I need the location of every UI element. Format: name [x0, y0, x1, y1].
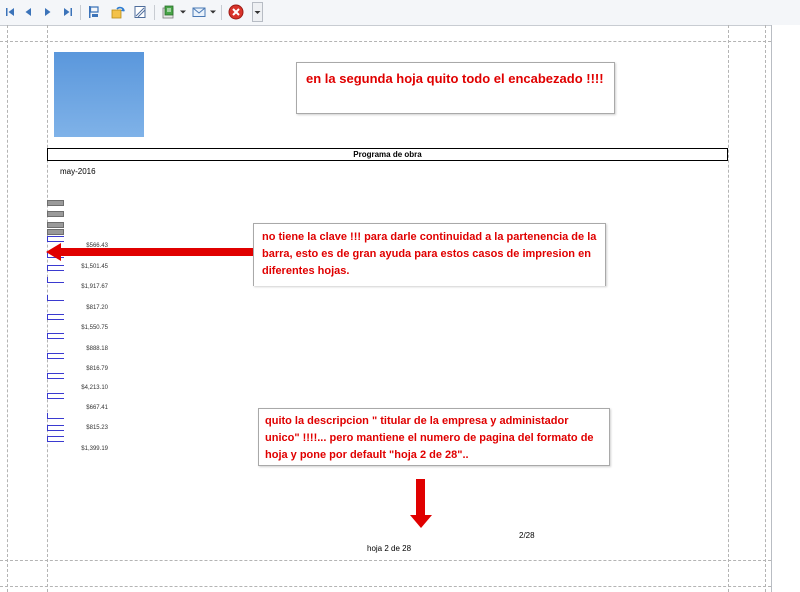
- amount-value: $4,213.10: [81, 385, 108, 391]
- previous-page-icon: [25, 8, 31, 16]
- gantt-bracket: [47, 265, 64, 271]
- amount-value: $1,399.19: [81, 446, 108, 452]
- annotation-description-removed: quito la descripcion " titular de la emp…: [258, 408, 610, 466]
- amount-value: $667.41: [86, 405, 108, 411]
- next-page-button[interactable]: [40, 4, 56, 20]
- report-date: may-2016: [60, 167, 96, 176]
- red-arrow-left-icon: [46, 243, 61, 261]
- amount-value: $815.23: [86, 425, 108, 431]
- last-page-icon: [64, 8, 72, 16]
- page-number: 2/28: [519, 531, 535, 540]
- gantt-bar: [47, 229, 64, 235]
- gantt-bracket: [47, 425, 64, 431]
- toolbar-separator: [154, 5, 155, 20]
- gantt-bracket: [47, 295, 64, 301]
- page-top-edge: [0, 25, 771, 26]
- report-viewer-toolbar: [0, 0, 800, 25]
- email-button[interactable]: [191, 4, 207, 20]
- annotation-header-removed: en la segunda hoja quito todo el encabez…: [296, 62, 615, 114]
- report-title: Programa de obra: [47, 148, 728, 161]
- margin-guide-left-outer: [7, 25, 8, 592]
- gantt-bracket: [47, 353, 64, 359]
- close-button[interactable]: [228, 4, 244, 20]
- red-arrow-down-icon: [410, 515, 432, 528]
- export-button[interactable]: [161, 4, 177, 20]
- annotation-missing-key: no tiene la clave !!! para darle continu…: [253, 223, 606, 286]
- gantt-bar: [47, 200, 64, 206]
- margin-guide-right-outer: [765, 25, 766, 592]
- document-map-button[interactable]: [86, 4, 102, 20]
- page-footer: hoja 2 de 28: [367, 544, 412, 553]
- first-page-icon: [6, 8, 14, 16]
- gantt-bar: [47, 211, 64, 217]
- amount-value: $817.20: [86, 305, 108, 311]
- toolbar-overflow-button[interactable]: [252, 2, 263, 22]
- amount-value: $1,501.45: [81, 264, 108, 270]
- refresh-button[interactable]: [110, 4, 126, 20]
- chevron-down-icon: [254, 10, 261, 14]
- gantt-bracket: [47, 373, 64, 379]
- amount-value: $1,917.67: [81, 284, 108, 290]
- margin-guide-left: [47, 25, 48, 592]
- red-arrow-left-shaft: [60, 248, 253, 256]
- gantt-bracket: [47, 277, 64, 283]
- document-map-icon: [89, 6, 99, 18]
- first-page-button[interactable]: [2, 4, 18, 20]
- previous-page-button[interactable]: [20, 4, 36, 20]
- last-page-button[interactable]: [60, 4, 76, 20]
- email-icon: [192, 7, 206, 17]
- email-dropdown[interactable]: [210, 6, 216, 18]
- export-dropdown[interactable]: [180, 6, 186, 18]
- gantt-bracket: [47, 314, 64, 320]
- gantt-bar: [47, 222, 64, 228]
- gantt-bracket: [47, 393, 64, 399]
- page-setup-icon: [134, 6, 146, 18]
- amount-value: $816.79: [86, 366, 108, 372]
- margin-guide-bottom-outer: [0, 586, 771, 587]
- page-setup-button[interactable]: [132, 4, 148, 20]
- gantt-bracket: [47, 413, 64, 419]
- gantt-bracket: [47, 333, 64, 339]
- amount-value: $1,550.75: [81, 325, 108, 331]
- margin-guide-bottom: [0, 560, 771, 561]
- next-page-icon: [45, 8, 51, 16]
- chevron-down-icon: [180, 10, 186, 14]
- refresh-icon: [111, 6, 125, 19]
- gantt-bracket: [47, 236, 64, 242]
- margin-guide-right: [728, 25, 729, 592]
- company-logo: [54, 52, 144, 137]
- amount-value: $888.18: [86, 346, 108, 352]
- toolbar-separator: [80, 5, 81, 20]
- export-icon: [162, 5, 174, 19]
- gantt-bracket: [47, 436, 64, 442]
- red-arrow-down-shaft: [416, 479, 425, 517]
- toolbar-separator: [221, 5, 222, 20]
- close-icon: [228, 4, 244, 20]
- chevron-down-icon: [210, 10, 216, 14]
- preview-background-right: [771, 25, 800, 592]
- margin-guide-top: [0, 41, 771, 42]
